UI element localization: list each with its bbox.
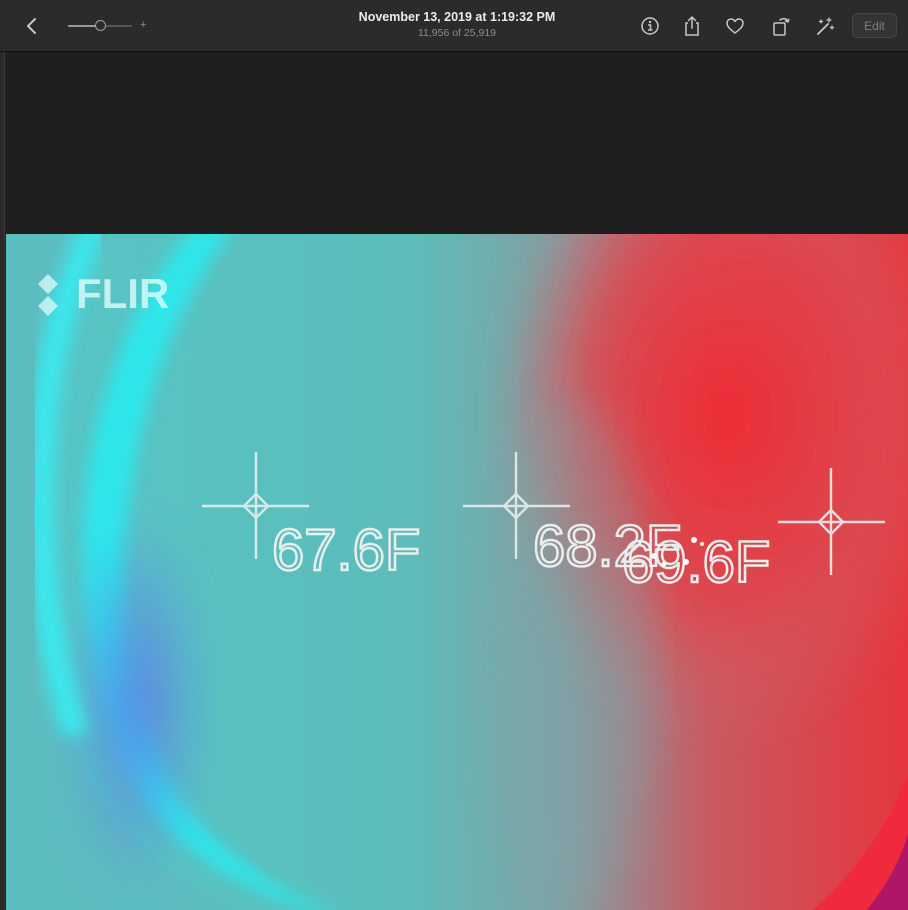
zoom-plus-label: + bbox=[140, 19, 147, 31]
share-icon bbox=[685, 16, 699, 36]
flir-logo-text: FLIR bbox=[76, 270, 169, 317]
zoom-slider[interactable]: + bbox=[68, 16, 152, 36]
rotate-icon bbox=[773, 17, 790, 36]
photo-info: November 13, 2019 at 1:19:32 PM 11,956 o… bbox=[300, 9, 614, 40]
warm-transition bbox=[476, 394, 656, 910]
chevron-left-icon bbox=[27, 18, 36, 34]
favorite-button[interactable] bbox=[719, 10, 751, 42]
info-icon bbox=[641, 17, 659, 35]
blue-spot bbox=[66, 514, 206, 894]
back-button[interactable] bbox=[16, 10, 48, 42]
photo-date-title: November 13, 2019 at 1:19:32 PM bbox=[358, 10, 556, 24]
thermal-photo: FLIR 67.6F 68.2F 69.6F bbox=[6, 234, 908, 910]
heart-icon bbox=[726, 18, 744, 34]
photo-letterbox bbox=[0, 52, 908, 234]
rotate-button[interactable] bbox=[765, 10, 797, 42]
temperature-reading-1: 67.6F bbox=[272, 518, 420, 583]
auto-enhance-button[interactable] bbox=[809, 10, 841, 42]
info-button[interactable] bbox=[634, 10, 666, 42]
magic-wand-icon bbox=[817, 17, 835, 35]
share-button[interactable] bbox=[676, 10, 708, 42]
photo-count: 11,956 of 25,919 bbox=[417, 27, 497, 39]
window-edge bbox=[0, 52, 5, 910]
thermal-image: FLIR 67.6F 68.2F 69.6F bbox=[6, 234, 908, 910]
photo-toolbar: + November 13, 2019 at 1:19:32 PM 11,956… bbox=[0, 0, 908, 52]
edit-button[interactable]: Edit bbox=[852, 13, 897, 38]
zoom-knob[interactable] bbox=[95, 20, 106, 31]
